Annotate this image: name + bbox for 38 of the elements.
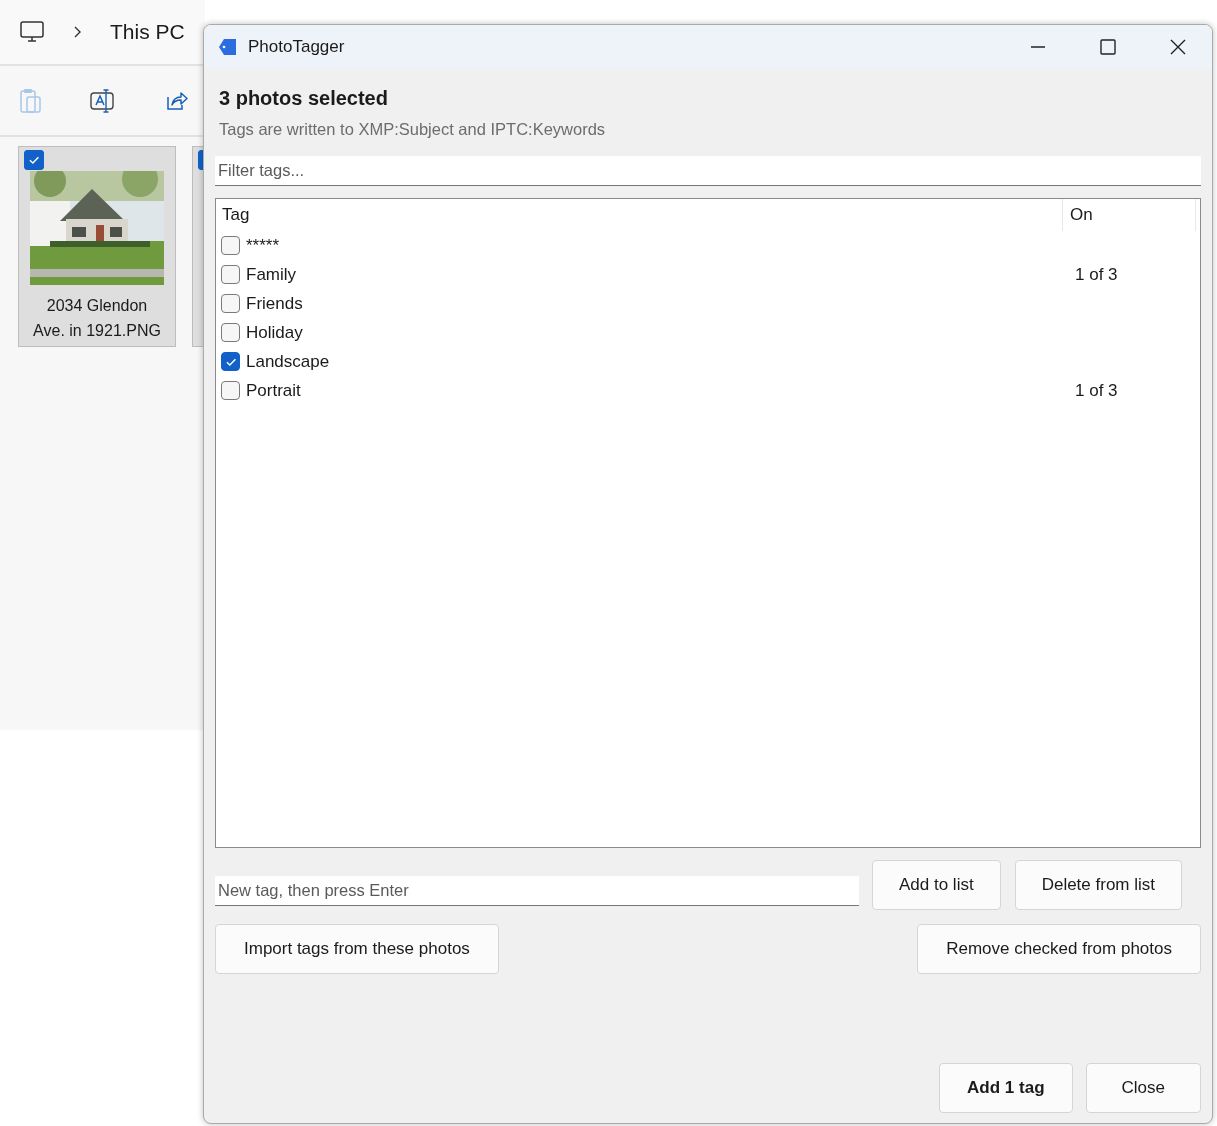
checkbox[interactable] bbox=[221, 352, 240, 371]
subtitle: Tags are written to XMP:Subject and IPTC:Keywords bbox=[219, 120, 607, 139]
button[interactable]: Add to list bbox=[872, 860, 1001, 910]
rename-icon[interactable] bbox=[90, 87, 116, 114]
tag-count: 1 of 3 bbox=[1074, 264, 1118, 285]
checkbox[interactable] bbox=[221, 381, 240, 400]
checkbox[interactable] bbox=[221, 236, 240, 255]
tag-icon bbox=[219, 38, 237, 56]
file-tile[interactable]: 2034 Glendon Ave. in 1921.PNG bbox=[18, 146, 176, 347]
chevron-icon bbox=[72, 25, 82, 39]
tag-label: Portrait bbox=[246, 380, 301, 401]
breadcrumb-item[interactable]: This PC bbox=[110, 20, 185, 44]
checkbox[interactable] bbox=[24, 150, 44, 170]
button[interactable]: Delete from list bbox=[1014, 860, 1183, 910]
computer-icon[interactable] bbox=[20, 21, 44, 43]
tag-label: ***** bbox=[246, 235, 280, 256]
clipboard-icon[interactable] bbox=[20, 87, 42, 114]
column-header[interactable]: On bbox=[1063, 199, 1196, 231]
tag-label: Friends bbox=[246, 293, 303, 314]
button[interactable]: Add 1 tag bbox=[939, 1063, 1073, 1113]
tag-count: 1 of 3 bbox=[1074, 380, 1118, 401]
tag-label: Landscape bbox=[246, 351, 330, 372]
tag-label: Holiday bbox=[246, 322, 303, 343]
window-title: PhotoTagger bbox=[248, 37, 345, 57]
column-header[interactable]: Tag bbox=[216, 199, 1063, 231]
filter-field[interactable]: Filter tags... bbox=[215, 156, 1201, 186]
maximize-icon[interactable] bbox=[1100, 39, 1116, 55]
heading: 3 photos selected bbox=[219, 87, 389, 110]
checkbox[interactable] bbox=[221, 323, 240, 342]
button[interactable]: Import tags from these photos bbox=[215, 924, 499, 974]
close-icon[interactable] bbox=[1170, 39, 1186, 55]
button[interactable]: Close bbox=[1085, 1063, 1201, 1113]
tag-label: Family bbox=[246, 264, 297, 285]
button[interactable]: Remove checked from photos bbox=[917, 924, 1201, 974]
checkbox[interactable] bbox=[221, 294, 240, 313]
checkbox[interactable] bbox=[221, 265, 240, 284]
file-name: 2034 Glendon Ave. in 1921.PNG bbox=[32, 296, 162, 341]
new-tag-field[interactable]: New tag, then press Enter bbox=[215, 876, 859, 906]
